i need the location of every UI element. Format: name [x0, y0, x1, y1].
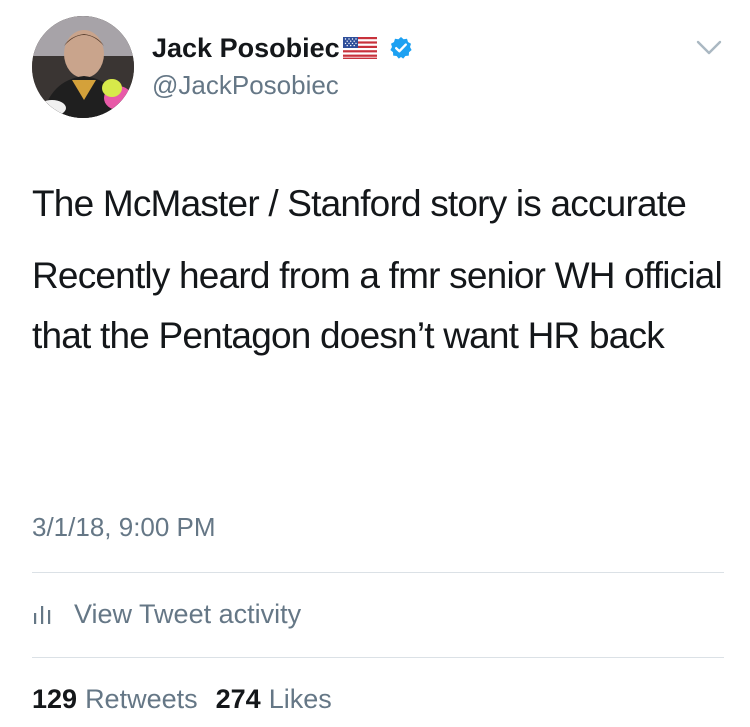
retweets-stat[interactable]: 129 Retweets	[32, 683, 198, 715]
activity-label: View Tweet activity	[74, 599, 302, 629]
tweet-timestamp[interactable]: 3/1/18, 9:00 PM	[32, 512, 216, 542]
us-flag-icon	[342, 37, 377, 59]
verified-badge-icon	[389, 36, 413, 60]
divider	[32, 572, 724, 573]
display-name[interactable]: Jack Posobiec	[152, 32, 340, 64]
likes-stat[interactable]: 274 Likes	[216, 683, 332, 715]
tweet-paragraph: Recently heard from a fmr senior WH offi…	[32, 255, 723, 356]
view-tweet-activity-link[interactable]: View Tweet activity	[32, 597, 301, 631]
tweet-text: The McMaster / Stanford story is accurat…	[32, 174, 732, 366]
chevron-down-icon[interactable]	[696, 40, 722, 56]
user-handle[interactable]: @JackPosobiec	[152, 70, 339, 100]
likes-label: Likes	[268, 684, 332, 714]
avatar[interactable]	[32, 16, 134, 118]
tweet-card: Jack Posobiec @JackPosobiec The McMaster…	[0, 0, 750, 727]
name-row: Jack Posobiec	[152, 30, 413, 66]
retweets-count: 129	[32, 684, 78, 714]
retweets-label: Retweets	[85, 684, 198, 714]
likes-count: 274	[215, 684, 261, 714]
avatar-image	[32, 16, 134, 118]
divider	[32, 657, 724, 658]
tweet-stats: 129 Retweets 274 Likes	[32, 683, 350, 715]
bar-chart-icon	[32, 603, 54, 625]
tweet-paragraph: The McMaster / Stanford story is accurat…	[32, 183, 687, 224]
